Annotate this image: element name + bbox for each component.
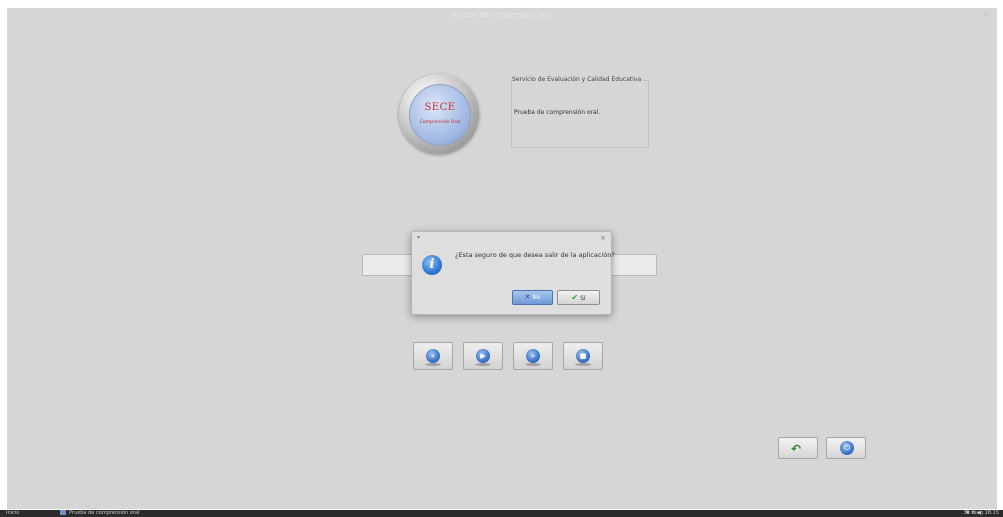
dialog-close-button[interactable]: ×	[600, 234, 606, 242]
taskbar: Inicio Prueba de comprensión oral ✱ ⇅ ◀)…	[0, 510, 1003, 517]
power-button[interactable]: ⏻	[826, 437, 866, 459]
stop-icon: ■	[576, 349, 590, 363]
start-menu-button[interactable]: Inicio	[6, 510, 19, 517]
info-panel: Servicio de Evaluación y Calidad Educati…	[511, 76, 649, 148]
taskbar-app-label: Prueba de comprensión oral	[69, 510, 140, 516]
logo-subtitle: Comprensión Oral	[419, 120, 461, 125]
dialog-menu-icon[interactable]: ▾	[417, 234, 420, 241]
logo-title: SECE	[424, 102, 456, 113]
info-icon: i	[422, 255, 442, 275]
info-text: Prueba de comprensión oral.	[514, 109, 601, 116]
app-window: Prueba de comprensión oral – × SECE Comp…	[7, 8, 997, 509]
clock[interactable]: 31 mar, 18:15	[963, 510, 999, 517]
yes-label: Sí	[580, 295, 586, 302]
forward-icon: »	[526, 349, 540, 363]
play-button[interactable]: ▶	[463, 342, 503, 370]
x-icon: ✕	[524, 293, 531, 301]
play-icon: ▶	[476, 349, 490, 363]
sece-logo: SECE Comprensión Oral	[399, 74, 479, 154]
button-shadow	[475, 363, 491, 366]
button-shadow	[575, 363, 591, 366]
yes-button[interactable]: ✔ Sí	[557, 290, 600, 305]
dialog-message: ¿Esta seguro de que desea salir de la ap…	[455, 251, 615, 259]
button-shadow	[525, 363, 541, 366]
info-legend: Servicio de Evaluación y Calidad Educati…	[512, 76, 644, 83]
taskbar-app-item[interactable]: Prueba de comprensión oral	[60, 510, 139, 517]
back-button[interactable]: ↶	[778, 437, 818, 459]
minimize-button[interactable]: –	[976, 8, 980, 22]
back-arrow-icon: ↶	[791, 442, 802, 456]
rewind-button[interactable]: «	[413, 342, 453, 370]
power-icon: ⏻	[840, 441, 854, 455]
logo-inner: SECE Comprensión Oral	[409, 84, 471, 146]
rewind-icon: «	[426, 349, 440, 363]
window-title: Prueba de comprensión oral	[452, 11, 552, 19]
check-icon: ✔	[571, 293, 579, 302]
forward-button[interactable]: »	[513, 342, 553, 370]
exit-confirm-dialog: ▾ × i ¿Esta seguro de que desea salir de…	[411, 231, 615, 315]
no-button[interactable]: ✕ No	[512, 290, 553, 305]
button-shadow	[425, 363, 441, 366]
no-label: No	[532, 294, 541, 301]
window-close-button[interactable]: ×	[983, 8, 989, 22]
app-window-icon	[60, 510, 66, 515]
stop-button[interactable]: ■	[563, 342, 603, 370]
